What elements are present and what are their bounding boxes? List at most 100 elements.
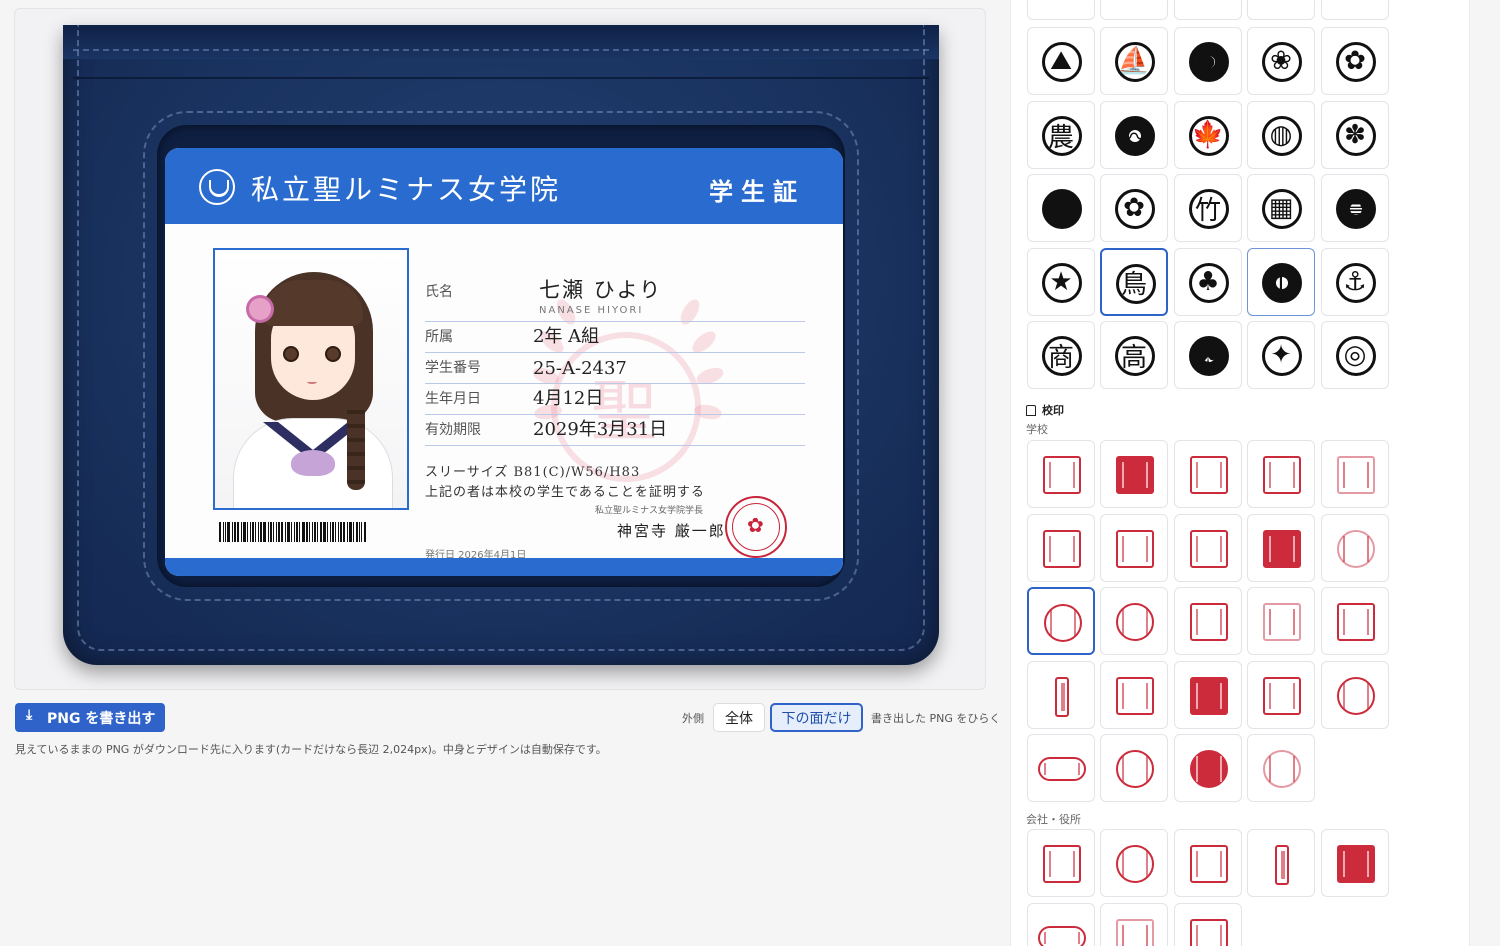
emblem-tile[interactable]: ✽	[1321, 101, 1389, 169]
stamp-square-icon	[1263, 456, 1301, 494]
stamp-round-faint-icon	[1263, 750, 1301, 788]
field-expiry: 有効期限 2029年3月31日	[425, 415, 805, 446]
emblem-tile[interactable]	[1174, 0, 1242, 20]
field-value: 2029年3月31日	[533, 419, 668, 440]
stamp-tile[interactable]	[1247, 734, 1315, 802]
stamp-tile[interactable]	[1027, 514, 1095, 582]
stamp-round-solid-icon	[1190, 750, 1228, 788]
emblem-tile[interactable]: ◎	[1321, 321, 1389, 389]
stamp-tile[interactable]	[1247, 440, 1315, 508]
stamp-tile[interactable]	[1321, 514, 1389, 582]
stamp-tile[interactable]	[1100, 587, 1168, 655]
card-note-sizes: スリーサイズ B81(C)/W56/H83	[425, 465, 641, 480]
stamp-tile[interactable]	[1100, 661, 1168, 729]
field-name: 氏名 七瀬 ひより NANASE HIYORI	[425, 272, 805, 322]
emblem-glyph: ★	[1049, 267, 1073, 297]
stamp-tile[interactable]	[1174, 734, 1242, 802]
stamp-tile[interactable]	[1027, 440, 1095, 508]
stamp-tile[interactable]	[1174, 440, 1242, 508]
emblem-tile[interactable]: ◉	[1174, 27, 1242, 95]
stamp-tile[interactable]	[1247, 514, 1315, 582]
emblem-tile[interactable]: ♠	[1174, 321, 1242, 389]
stamp-square-solid-icon	[1190, 677, 1228, 715]
emblem-glyph: ✽	[1344, 120, 1366, 150]
emblem-glyph: 高	[1120, 342, 1147, 373]
emblem-glyph: 工	[1267, 269, 1294, 300]
student-name: 七瀬 ひより	[539, 278, 663, 302]
stamp-square-icon	[1190, 530, 1228, 568]
field-birthday: 生年月日 4月12日	[425, 384, 805, 415]
emblem-tile[interactable]: 🍁	[1174, 101, 1242, 169]
card-header: 私立聖ルミナス女学院 学生証	[165, 148, 843, 224]
stamp-round-icon	[1337, 677, 1375, 715]
emblem-tile[interactable]: ◍	[1247, 101, 1315, 169]
emblem-tile[interactable]: ⬢	[1027, 174, 1095, 242]
seal-section-label: 校印	[1042, 404, 1064, 417]
emblem-tile[interactable]: ▦	[1247, 174, 1315, 242]
stamp-tile[interactable]	[1100, 903, 1168, 946]
emblem-tile[interactable]: 鳥	[1100, 248, 1168, 316]
card-preview: 私立聖ルミナス女学院 学生証 聖 氏名 七瀬 ひより NANASE HIYORI…	[14, 8, 986, 690]
field-value: 25-A-2437	[533, 358, 627, 379]
stamp-tile[interactable]	[1174, 587, 1242, 655]
stamp-tile[interactable]	[1247, 587, 1315, 655]
emblem-glyph: 竹	[1194, 195, 1221, 226]
stamp-tile[interactable]	[1100, 734, 1168, 802]
export-png-button[interactable]: PNG を書き出す	[15, 703, 165, 732]
company-group-label: 会社・役所	[1026, 813, 1081, 826]
emblem-tile[interactable]: ✿	[1321, 27, 1389, 95]
option-all-button[interactable]: 全体	[713, 703, 765, 732]
emblem-tile[interactable]: ⛵	[1100, 27, 1168, 95]
card-type: 学生証	[709, 178, 805, 206]
emblem-tile[interactable]: 高	[1321, 174, 1389, 242]
emblem-tile[interactable]: 工	[1247, 248, 1315, 316]
stamp-tile[interactable]	[1321, 661, 1389, 729]
stamp-tile[interactable]	[1174, 514, 1242, 582]
stamp-tile[interactable]	[1100, 440, 1168, 508]
emblem-tile[interactable]: 高	[1100, 321, 1168, 389]
emblem-tile[interactable]: ⛰	[1027, 27, 1095, 95]
stamp-tile[interactable]	[1100, 514, 1168, 582]
emblem-tile[interactable]	[1321, 0, 1389, 20]
emblem-tile[interactable]: ❀	[1247, 27, 1315, 95]
stamp-tile[interactable]	[1247, 661, 1315, 729]
field-value: 2年 A組	[533, 326, 600, 347]
stamp-tile[interactable]	[1247, 829, 1315, 897]
emblem-tile[interactable]: ⚓	[1321, 248, 1389, 316]
emblem-tile[interactable]: ★	[1027, 248, 1095, 316]
stamp-tile[interactable]	[1174, 903, 1242, 946]
stamp-square-icon	[1116, 530, 1154, 568]
stamp-tile[interactable]	[1027, 661, 1095, 729]
stamp-tile[interactable]	[1321, 440, 1389, 508]
seal-section-title: 校印	[1026, 402, 1064, 418]
emblem-tile[interactable]: 竹	[1174, 174, 1242, 242]
stamp-tile[interactable]	[1174, 661, 1242, 729]
stamp-tile[interactable]	[1100, 829, 1168, 897]
emblem-tile[interactable]	[1100, 0, 1168, 20]
emblem-tile[interactable]: 商	[1027, 321, 1095, 389]
emblem-tile[interactable]: ✿	[1100, 174, 1168, 242]
stamp-tile[interactable]	[1321, 829, 1389, 897]
emblem-glyph: 〰	[1120, 122, 1147, 153]
emblem-tile[interactable]: ✦	[1247, 321, 1315, 389]
stamp-tile[interactable]	[1027, 829, 1095, 897]
emblem-glyph: 農	[1047, 122, 1074, 153]
open-exported-png-link[interactable]: 書き出した PNG をひらく	[871, 710, 1000, 726]
export-png-label: PNG を書き出す	[47, 710, 156, 727]
stamp-tile[interactable]	[1027, 587, 1095, 655]
emblem-glyph: ◉	[1196, 46, 1220, 76]
stamp-tile[interactable]	[1027, 903, 1095, 946]
stamp-tile[interactable]	[1027, 734, 1095, 802]
emblem-tile[interactable]: ♣	[1174, 248, 1242, 316]
stamp-square-icon	[1337, 603, 1375, 641]
emblem-glyph: ◍	[1269, 120, 1293, 150]
stamp-tile[interactable]	[1321, 587, 1389, 655]
stamp-tile[interactable]	[1174, 829, 1242, 897]
emblem-tile[interactable]	[1247, 0, 1315, 20]
emblem-tile[interactable]	[1027, 0, 1095, 20]
option-back-only-button[interactable]: 下の面だけ	[770, 703, 863, 732]
stamp-round-icon	[1116, 845, 1154, 883]
emblem-tile[interactable]: 農	[1027, 101, 1095, 169]
emblem-glyph: 🍁	[1191, 120, 1225, 150]
emblem-tile[interactable]: 〰	[1100, 101, 1168, 169]
